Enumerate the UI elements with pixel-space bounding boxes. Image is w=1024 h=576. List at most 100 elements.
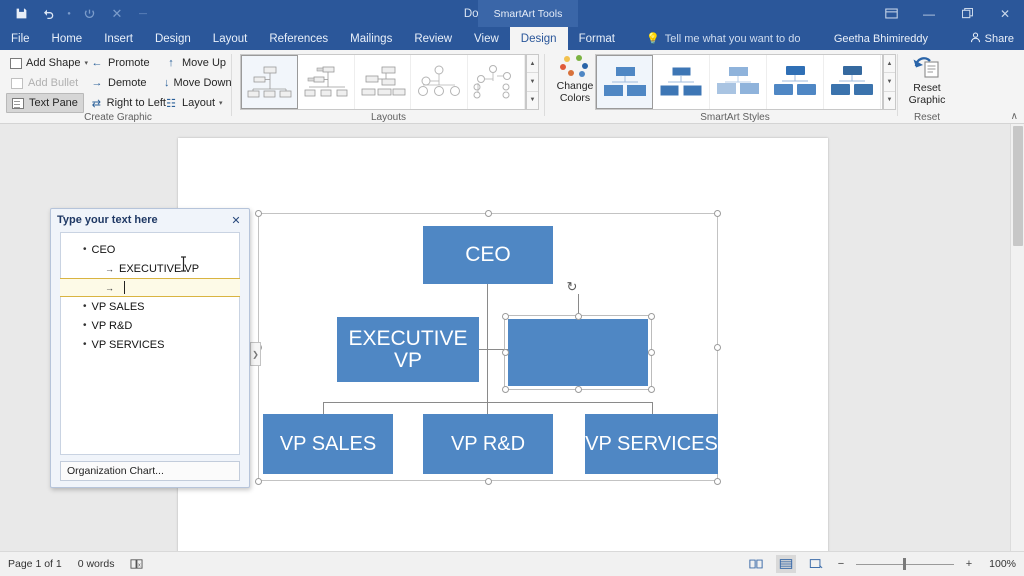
- layouts-gallery[interactable]: [240, 54, 526, 110]
- text-pane-line-new-empty[interactable]: →: [60, 278, 240, 297]
- node-handle-e[interactable]: [648, 349, 655, 356]
- node-handle-sw[interactable]: [502, 386, 509, 393]
- text-pane-footer[interactable]: Organization Chart...: [60, 461, 240, 481]
- account-name[interactable]: Geetha Bhimireddy: [834, 27, 928, 50]
- page-indicator[interactable]: Page 1 of 1: [8, 558, 62, 570]
- layouts-more-icon[interactable]: ▼: [527, 92, 538, 109]
- frame-handle-n[interactable]: [485, 210, 492, 217]
- vp-sales-node[interactable]: VP SALES: [263, 414, 393, 474]
- minimize-icon[interactable]: —: [910, 0, 948, 27]
- node-handle-w[interactable]: [502, 349, 509, 356]
- restore-icon[interactable]: [948, 0, 986, 27]
- tab-smartart-format[interactable]: Format: [568, 27, 626, 50]
- style-option-moderate-effect[interactable]: [767, 55, 824, 109]
- node-handle-se[interactable]: [648, 386, 655, 393]
- smartart-text-pane[interactable]: Type your text here ✕ • CEO → EXECUTIVE …: [50, 208, 250, 488]
- tab-design[interactable]: Design: [144, 27, 202, 50]
- right-to-left-button[interactable]: ⇄ Right to Left: [86, 93, 170, 113]
- zoom-level[interactable]: 100%: [984, 558, 1016, 570]
- layout-option-circle-picture-hierarchy[interactable]: [411, 55, 469, 109]
- move-down-button[interactable]: ↓ Move Down: [160, 73, 234, 93]
- undo-dropdown-icon[interactable]: ●: [64, 3, 74, 25]
- tab-mailings[interactable]: Mailings: [339, 27, 403, 50]
- ceo-node[interactable]: CEO: [423, 226, 553, 284]
- tab-file[interactable]: File: [0, 27, 41, 50]
- save-icon[interactable]: [8, 3, 34, 25]
- tab-review[interactable]: Review: [403, 27, 463, 50]
- change-colors-button[interactable]: Change Colors: [551, 54, 599, 104]
- layout-option-name-and-title[interactable]: [298, 55, 355, 109]
- zoom-thumb[interactable]: [903, 558, 906, 570]
- layouts-scroll-up-icon[interactable]: ▲: [527, 55, 538, 74]
- zoom-slider[interactable]: [856, 557, 954, 571]
- layout-button[interactable]: ☷ Layout ▾: [160, 93, 234, 113]
- vertical-scrollbar[interactable]: [1010, 124, 1024, 551]
- executive-vp-node[interactable]: EXECUTIVE VP: [337, 317, 479, 382]
- tab-insert[interactable]: Insert: [93, 27, 144, 50]
- text-pane-line-vp-sales[interactable]: • VP SALES: [61, 297, 239, 316]
- demote-button[interactable]: → Demote: [86, 73, 170, 93]
- scrollbar-thumb[interactable]: [1013, 126, 1023, 246]
- add-shape-button[interactable]: Add Shape ▾: [6, 53, 88, 73]
- styles-scroll-down-icon[interactable]: ▼: [884, 73, 895, 92]
- reset-graphic-button[interactable]: Reset Graphic: [900, 54, 954, 106]
- rotate-icon[interactable]: ↻: [565, 280, 579, 294]
- close-icon[interactable]: ✕: [986, 0, 1024, 27]
- smartart-styles-gallery-scroll[interactable]: ▲ ▼ ▼: [883, 54, 896, 110]
- text-pane-line-vp-rd[interactable]: • VP R&D: [61, 316, 239, 335]
- share-button[interactable]: Share: [970, 27, 1014, 50]
- style-option-subtle-effect[interactable]: [710, 55, 767, 109]
- node-handle-n[interactable]: [575, 313, 582, 320]
- text-pane-body[interactable]: • CEO → EXECUTIVE VP → • VP SALES • VP R…: [60, 232, 240, 455]
- styles-scroll-up-icon[interactable]: ▲: [884, 55, 895, 74]
- node-handle-s[interactable]: [575, 386, 582, 393]
- layout-option-hierarchy-list[interactable]: [468, 55, 525, 109]
- frame-handle-nw[interactable]: [255, 210, 262, 217]
- undo-icon[interactable]: [36, 3, 62, 25]
- vp-services-node[interactable]: VP SERVICES: [585, 414, 718, 474]
- frame-handle-s[interactable]: [485, 478, 492, 485]
- style-option-white-outline[interactable]: [653, 55, 710, 109]
- frame-handle-e[interactable]: [714, 344, 721, 351]
- tab-smartart-design[interactable]: Design: [509, 27, 568, 50]
- smartart-styles-gallery[interactable]: [595, 54, 883, 110]
- proofing-errors-icon[interactable]: x: [130, 558, 143, 570]
- word-count[interactable]: 0 words: [78, 558, 115, 570]
- text-pane-button[interactable]: Text Pane: [6, 93, 84, 113]
- style-option-simple-fill[interactable]: [596, 55, 653, 109]
- layouts-gallery-scroll[interactable]: ▲ ▼ ▼: [526, 54, 539, 110]
- text-pane-line-executive-vp[interactable]: → EXECUTIVE VP: [61, 259, 239, 278]
- text-pane-line-ceo[interactable]: • CEO: [61, 240, 239, 259]
- text-pane-toggle-icon[interactable]: ❯: [250, 342, 261, 366]
- tab-references[interactable]: References: [258, 27, 339, 50]
- zoom-in-button[interactable]: +: [964, 558, 974, 570]
- node-handle-nw[interactable]: [502, 313, 509, 320]
- zoom-out-button[interactable]: −: [836, 558, 846, 570]
- smartart-graphic-frame[interactable]: ❯ CEO EXECUTIVE VP ↻ VP SALES VP R&D VP …: [250, 210, 721, 485]
- web-layout-icon[interactable]: [806, 555, 826, 573]
- read-mode-icon[interactable]: [746, 555, 766, 573]
- ribbon-display-options-icon[interactable]: [872, 0, 910, 27]
- redo-icon[interactable]: [76, 3, 102, 25]
- close-icon[interactable]: ✕: [229, 213, 243, 227]
- styles-more-icon[interactable]: ▼: [884, 92, 895, 109]
- layout-option-organization-chart[interactable]: [241, 55, 298, 109]
- text-pane-line-vp-services[interactable]: • VP SERVICES: [61, 335, 239, 354]
- frame-handle-se[interactable]: [714, 478, 721, 485]
- customize-qat-icon[interactable]: ―: [132, 3, 154, 25]
- frame-handle-ne[interactable]: [714, 210, 721, 217]
- close-qat-icon[interactable]: ✕: [104, 3, 130, 25]
- collapse-ribbon-icon[interactable]: ∧: [1011, 111, 1018, 122]
- tell-me-search[interactable]: 💡 Tell me what you want to do: [626, 27, 800, 50]
- node-handle-ne[interactable]: [648, 313, 655, 320]
- layout-dropdown-icon[interactable]: ▾: [219, 99, 223, 107]
- vp-rd-node[interactable]: VP R&D: [423, 414, 553, 474]
- frame-handle-sw[interactable]: [255, 478, 262, 485]
- layout-option-half-circle[interactable]: [355, 55, 412, 109]
- style-option-intense-effect[interactable]: [824, 55, 881, 109]
- print-layout-icon[interactable]: [776, 555, 796, 573]
- layouts-scroll-down-icon[interactable]: ▼: [527, 73, 538, 92]
- promote-button[interactable]: ← Promote: [86, 53, 170, 73]
- tab-view[interactable]: View: [463, 27, 510, 50]
- tab-layout[interactable]: Layout: [202, 27, 259, 50]
